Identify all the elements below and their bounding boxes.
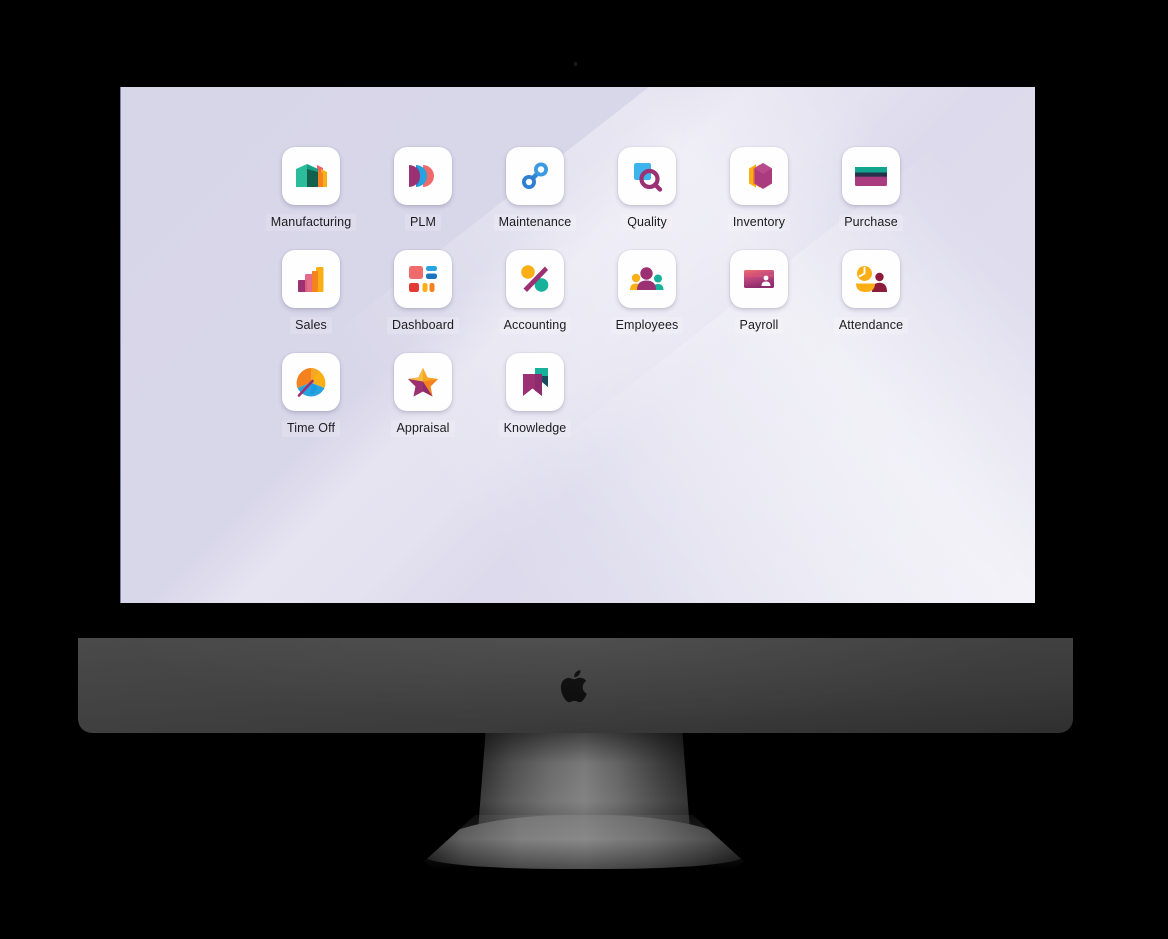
quality-icon [634,163,663,192]
app-label: Employees [610,317,684,334]
imac-chin [78,638,1073,733]
app-tile[interactable] [730,250,788,308]
app-employees[interactable]: Employees [591,250,703,334]
app-label: Quality [622,214,672,231]
app-attendance[interactable]: Attendance [815,250,927,334]
app-tile[interactable] [282,147,340,205]
app-label: Dashboard [386,317,460,334]
app-label: Sales [290,317,332,334]
maintenance-icon [522,162,548,189]
app-tile[interactable] [506,353,564,411]
app-label: Knowledge [498,420,572,437]
app-plm[interactable]: PLM [367,147,479,231]
inventory-icon [749,163,772,189]
app-tile[interactable] [282,353,340,411]
app-label: Payroll [734,317,784,334]
app-tile[interactable] [394,353,452,411]
payroll-icon [744,270,774,288]
screenshot-root: Manufacturing PLM Maintenance Quality In… [0,0,1168,939]
employees-icon [630,267,664,290]
appraisal-icon [408,368,438,397]
app-tile[interactable] [618,147,676,205]
app-inventory[interactable]: Inventory [703,147,815,231]
app-sales[interactable]: Sales [255,250,367,334]
app-knowledge[interactable]: Knowledge [479,353,591,437]
app-tile[interactable] [394,147,452,205]
time-off-icon [296,368,326,397]
app-time-off[interactable]: Time Off [255,353,367,437]
imac-stand-base [424,815,744,869]
accounting-icon [521,265,549,292]
app-tile[interactable] [842,147,900,205]
knowledge-icon [523,368,548,396]
app-manufacturing[interactable]: Manufacturing [255,147,367,231]
app-label: Appraisal [391,420,455,437]
manufacturing-icon [296,164,327,187]
app-label: Maintenance [493,214,577,231]
app-tile[interactable] [730,147,788,205]
app-tile[interactable] [506,250,564,308]
app-maintenance[interactable]: Maintenance [479,147,591,231]
app-payroll[interactable]: Payroll [703,250,815,334]
plm-icon [409,165,434,187]
app-tile[interactable] [618,250,676,308]
dashboard-icon [409,266,437,292]
app-label: Attendance [833,317,909,334]
app-tile[interactable] [394,250,452,308]
app-label: PLM [404,214,441,231]
app-grid: Manufacturing PLM Maintenance Quality In… [255,147,1035,437]
app-label: Time Off [281,420,341,437]
attendance-icon [856,266,887,292]
purchase-icon [855,167,887,186]
app-label: Manufacturing [265,214,357,231]
imac-display: Manufacturing PLM Maintenance Quality In… [120,87,1035,603]
screen-left-edge [120,87,121,603]
app-tile[interactable] [842,250,900,308]
app-tile[interactable] [506,147,564,205]
app-purchase[interactable]: Purchase [815,147,927,231]
sales-icon [298,267,324,292]
app-label: Accounting [498,317,572,334]
app-tile[interactable] [282,250,340,308]
app-quality[interactable]: Quality [591,147,703,231]
apple-logo [560,669,587,702]
app-label: Inventory [727,214,791,231]
app-dashboard[interactable]: Dashboard [367,250,479,334]
app-accounting[interactable]: Accounting [479,250,591,334]
app-appraisal[interactable]: Appraisal [367,353,479,437]
app-label: Purchase [839,214,903,231]
camera-dot [574,62,577,66]
